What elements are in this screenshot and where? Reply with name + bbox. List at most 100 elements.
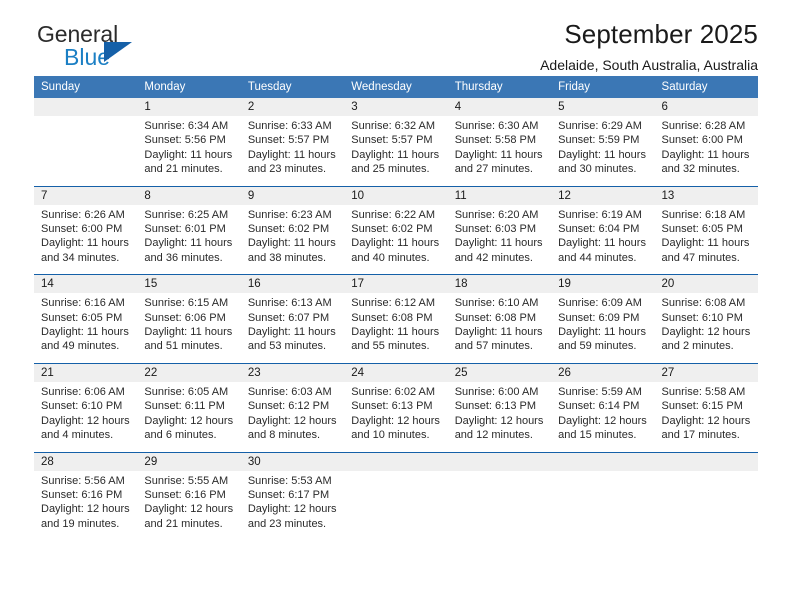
sunrise-text: Sunrise: 6:06 AM xyxy=(41,385,125,398)
day-number[interactable]: 14 xyxy=(34,274,138,294)
day-cell[interactable]: Sunrise: 5:53 AM Sunset: 6:17 PM Daylight:… xyxy=(240,470,345,541)
day-cell[interactable]: Sunrise: 6:26 AM Sunset: 6:00 PM Daylight:… xyxy=(34,204,138,275)
day-number[interactable]: 20 xyxy=(654,274,758,294)
day-cell[interactable]: Sunrise: 6:15 AM Sunset: 6:06 PM Daylight:… xyxy=(137,293,241,364)
day-number[interactable]: 17 xyxy=(344,274,448,294)
day-cell[interactable]: Sunrise: 6:12 AM Sunset: 6:08 PM Daylight:… xyxy=(344,293,448,364)
day-number[interactable]: 22 xyxy=(137,363,241,382)
sunset-text: Sunset: 6:08 PM xyxy=(454,311,537,324)
day-number[interactable]: 12 xyxy=(551,186,655,205)
day-number[interactable]: 3 xyxy=(344,98,448,116)
day-cell[interactable]: Sunrise: 6:13 AM Sunset: 6:07 PM Daylight:… xyxy=(240,293,345,364)
day-number[interactable]: 4 xyxy=(447,98,552,116)
day-number[interactable]: 1 xyxy=(137,98,241,116)
daylight-text-line1: Daylight: 11 hours xyxy=(558,326,646,339)
day-cell[interactable]: Sunrise: 6:09 AM Sunset: 6:09 PM Daylight:… xyxy=(551,293,655,364)
page-subtitle: Adelaide, South Australia, Australia xyxy=(540,57,758,73)
day-number[interactable]: 2 xyxy=(240,98,345,116)
daylight-text-line1: Daylight: 12 hours xyxy=(558,414,647,427)
day-number[interactable]: 25 xyxy=(447,363,552,382)
daylight-text-line1: Daylight: 11 hours xyxy=(144,148,233,161)
daylight-text-line1: Daylight: 11 hours xyxy=(661,237,750,250)
sunset-text: Sunset: 6:05 PM xyxy=(41,311,123,324)
day-number[interactable]: 30 xyxy=(240,452,345,471)
day-cell[interactable]: Sunrise: 5:58 AM Sunset: 6:15 PM Daylight:… xyxy=(654,381,758,452)
day-number[interactable]: 6 xyxy=(654,98,758,116)
day-cell[interactable]: Sunrise: 6:34 AM Sunset: 5:56 PM Daylight:… xyxy=(137,116,241,187)
day-cell[interactable]: Sunrise: 6:23 AM Sunset: 6:02 PM Daylight:… xyxy=(240,204,345,275)
day-cell[interactable]: Sunrise: 6:10 AM Sunset: 6:08 PM Daylight:… xyxy=(447,293,552,364)
sunrise-text: Sunrise: 5:56 AM xyxy=(41,474,125,487)
day-cell[interactable]: Sunrise: 6:32 AM Sunset: 5:57 PM Daylight:… xyxy=(344,116,448,187)
sunset-text: Sunset: 5:57 PM xyxy=(351,134,433,147)
day-cell[interactable]: Sunrise: 6:30 AM Sunset: 5:58 PM Daylight:… xyxy=(447,116,552,187)
day-cell[interactable]: Sunrise: 5:55 AM Sunset: 6:16 PM Daylight:… xyxy=(137,470,241,541)
week-detail-row: Sunrise: 6:16 AM Sunset: 6:05 PM Daylight:… xyxy=(34,293,758,364)
sunrise-text: Sunrise: 6:34 AM xyxy=(144,120,229,132)
sunset-text: Sunset: 6:15 PM xyxy=(661,400,743,413)
title-block: September 2025 Adelaide, South Australia… xyxy=(238,19,758,74)
sunset-text: Sunset: 6:08 PM xyxy=(351,311,433,324)
sunset-text: Sunset: 6:01 PM xyxy=(144,223,226,236)
day-cell[interactable]: Sunrise: 6:06 AM Sunset: 6:10 PM Daylight:… xyxy=(34,381,138,452)
day-cell[interactable]: Sunrise: 6:19 AM Sunset: 6:04 PM Daylight:… xyxy=(551,204,655,275)
general-blue-logo[interactable]: General Blue xyxy=(37,22,207,74)
day-number-empty xyxy=(654,452,758,471)
day-cell[interactable]: Sunrise: 6:33 AM Sunset: 5:57 PM Daylight:… xyxy=(240,116,345,187)
day-cell[interactable]: Sunrise: 6:05 AM Sunset: 6:11 PM Daylight:… xyxy=(137,381,241,452)
day-cell[interactable]: Sunrise: 6:28 AM Sunset: 6:00 PM Daylight:… xyxy=(654,116,758,187)
sunrise-text: Sunrise: 6:12 AM xyxy=(351,297,436,310)
day-number[interactable]: 21 xyxy=(34,363,138,382)
sunrise-text: Sunrise: 6:33 AM xyxy=(247,120,332,132)
day-number[interactable]: 5 xyxy=(551,98,655,116)
day-cell[interactable]: Sunrise: 6:25 AM Sunset: 6:01 PM Daylight:… xyxy=(137,204,241,275)
day-number[interactable]: 10 xyxy=(344,186,448,205)
daylight-text-line2: and 23 minutes. xyxy=(247,517,327,530)
day-number[interactable]: 13 xyxy=(654,186,758,205)
day-cell[interactable]: Sunrise: 6:00 AM Sunset: 6:13 PM Daylight:… xyxy=(447,381,552,452)
day-cell[interactable]: Sunrise: 6:20 AM Sunset: 6:03 PM Daylight:… xyxy=(447,204,552,275)
daylight-text-line1: Daylight: 12 hours xyxy=(144,503,234,516)
day-number[interactable]: 7 xyxy=(34,186,138,205)
day-cell[interactable]: Sunrise: 6:16 AM Sunset: 6:05 PM Daylight:… xyxy=(34,293,138,364)
daylight-text-line2: and 23 minutes. xyxy=(247,163,327,176)
sunrise-text: Sunrise: 6:32 AM xyxy=(351,120,436,132)
daylight-text-line1: Daylight: 12 hours xyxy=(41,503,130,516)
day-number-empty xyxy=(447,452,552,471)
day-number[interactable]: 27 xyxy=(654,363,758,382)
day-number[interactable]: 28 xyxy=(34,452,138,471)
day-cell[interactable]: Sunrise: 6:22 AM Sunset: 6:02 PM Daylight:… xyxy=(344,204,448,275)
day-number[interactable]: 29 xyxy=(137,452,241,471)
weekday-header-tuesday: Tuesday xyxy=(240,76,345,98)
day-number[interactable]: 18 xyxy=(447,274,552,294)
daylight-text-line2: and 44 minutes. xyxy=(558,251,637,264)
day-number[interactable]: 26 xyxy=(551,363,655,382)
day-number[interactable]: 23 xyxy=(240,363,345,382)
daylight-text-line2: and 10 minutes. xyxy=(351,429,430,442)
day-cell[interactable]: Sunrise: 6:02 AM Sunset: 6:13 PM Daylight:… xyxy=(344,381,448,452)
day-number[interactable]: 15 xyxy=(137,274,241,294)
day-cell-empty xyxy=(654,470,758,541)
sunrise-text: Sunrise: 6:20 AM xyxy=(454,208,539,221)
day-number[interactable]: 8 xyxy=(137,186,241,205)
daylight-text-line1: Daylight: 12 hours xyxy=(661,326,751,339)
day-number[interactable]: 9 xyxy=(240,186,345,205)
daylight-text-line1: Daylight: 11 hours xyxy=(247,148,336,161)
day-number[interactable]: 19 xyxy=(551,274,655,294)
daylight-text-line1: Daylight: 11 hours xyxy=(558,148,646,161)
day-cell[interactable]: Sunrise: 5:56 AM Sunset: 6:16 PM Daylight:… xyxy=(34,470,138,541)
day-cell[interactable]: Sunrise: 6:18 AM Sunset: 6:05 PM Daylight:… xyxy=(654,204,758,275)
sunset-text: Sunset: 6:10 PM xyxy=(661,311,743,324)
day-number[interactable]: 16 xyxy=(240,274,345,294)
day-number[interactable]: 24 xyxy=(344,363,448,382)
sunrise-text: Sunrise: 6:13 AM xyxy=(247,297,332,310)
day-cell[interactable]: Sunrise: 6:08 AM Sunset: 6:10 PM Daylight:… xyxy=(654,293,758,364)
day-cell[interactable]: Sunrise: 6:03 AM Sunset: 6:12 PM Daylight:… xyxy=(240,381,345,452)
daylight-text-line2: and 42 minutes. xyxy=(454,251,533,264)
day-cell[interactable]: Sunrise: 5:59 AM Sunset: 6:14 PM Daylight:… xyxy=(551,381,655,452)
day-number[interactable]: 11 xyxy=(447,186,552,205)
daylight-text-line2: and 25 minutes. xyxy=(351,163,430,176)
sunset-text: Sunset: 6:00 PM xyxy=(41,223,123,236)
weekday-header-friday: Friday xyxy=(551,76,655,98)
day-cell[interactable]: Sunrise: 6:29 AM Sunset: 5:59 PM Daylight:… xyxy=(551,116,655,187)
